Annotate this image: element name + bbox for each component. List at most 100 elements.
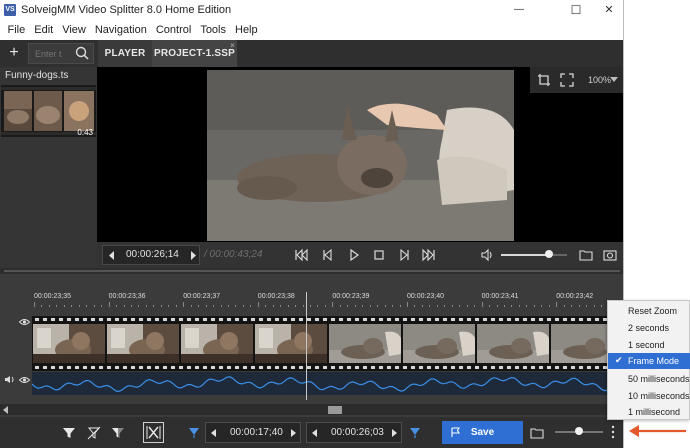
menu-control[interactable]: Control [151,24,195,36]
tab-close-icon[interactable]: × [230,41,235,50]
timeline-scrollbar[interactable] [0,404,623,415]
marker-out-next-icon[interactable] [391,429,397,437]
snapshot-icon[interactable] [603,248,617,262]
maximize-icon: ☐ [570,2,582,17]
volume-slider[interactable] [501,250,567,258]
minimize-button[interactable]: — [504,0,534,19]
marker-in-time[interactable]: 00:00:17;40 [230,427,283,438]
tab-player-label: PLAYER [104,48,146,59]
play-icon[interactable] [347,248,361,262]
menu-file[interactable]: File [3,24,30,36]
menu-navigation[interactable]: Navigation [90,24,151,36]
timeline-zoom-slider[interactable] [555,427,603,435]
tab-player[interactable]: PLAYER [98,40,152,67]
marker-out-icon[interactable] [409,427,421,439]
volume-icon[interactable] [480,248,494,262]
ruler-tick-label: 00:00:23;42 [556,293,594,300]
add-file-button[interactable]: + [4,43,24,63]
folder-icon[interactable] [579,248,593,262]
ruler-tick-label: 00:00:23;35 [34,293,71,300]
jump-start-icon[interactable] [294,248,308,262]
zoom-value[interactable]: 100% [588,75,611,85]
output-folder-icon[interactable] [530,426,544,440]
ruler-tick [384,305,386,307]
zoom-menu-item[interactable]: 50 milliseconds [608,371,690,387]
close-button[interactable]: ✕ [594,0,623,19]
ruler-tick [138,305,140,307]
media-thumbnail[interactable]: 0:43 [1,85,96,137]
ruler-tick [533,305,535,307]
marker-out-time[interactable]: 00:00:26;03 [331,427,384,438]
menu-view[interactable]: View [58,24,91,36]
timeline-zoom-knob[interactable] [575,427,583,435]
prev-frame-icon[interactable] [108,251,116,260]
timeline-frame-thumbnail [477,324,549,363]
step-forward-icon[interactable] [397,248,411,262]
search-input[interactable] [35,47,69,61]
jump-end-icon[interactable] [422,248,436,262]
ruler-tick [339,305,341,307]
menu-help[interactable]: Help [231,24,263,36]
zoom-menu-item[interactable]: 1 millisecond [608,404,690,420]
fullscreen-icon[interactable] [560,73,574,87]
save-button[interactable]: Save [442,421,523,444]
ruler-tick [86,305,88,307]
scroll-left-icon[interactable] [3,406,9,414]
zoom-menu-item[interactable]: 1 second [608,337,690,353]
audio-track-visibility-icon[interactable] [19,376,30,384]
tab-project[interactable]: PROJECT-1.SSP × [152,40,237,67]
audio-track[interactable] [31,372,623,395]
ruler-tick [310,305,312,307]
zoom-menu-item[interactable]: 2 seconds [608,320,690,336]
ruler-tick [571,305,573,307]
ruler-tick [153,305,155,307]
filter-off-icon[interactable] [87,426,101,440]
step-back-icon[interactable] [321,248,335,262]
cut-selection-button[interactable] [143,422,164,443]
video-track-visibility-icon[interactable] [19,318,30,326]
timeline-ruler[interactable]: 00:00:23;35 00:00:23;36 00:00:23;37 00:00:2… [30,292,623,307]
zoom-menu-item[interactable]: Reset Zoom [608,303,690,319]
tab-bar: + PLAYER PROJECT-1.SSP × [0,40,623,67]
marker-in-prev-icon[interactable] [211,429,217,437]
marker-in-icon[interactable] [188,427,200,439]
flag-icon [451,427,460,437]
zoom-dropdown-icon[interactable] [609,74,619,84]
volume-knob[interactable] [544,250,553,258]
menu-edit[interactable]: Edit [30,24,58,36]
ruler-tick [213,305,215,307]
timeline-zoom-menu: Reset Zoom 2 seconds 1 second ✔ Frame Mode 50… [607,300,690,420]
zoom-menu-item[interactable]: ✔ Frame Mode [608,353,690,369]
more-options-icon[interactable] [611,425,615,439]
zoom-menu-item[interactable]: 10 milliseconds [608,388,690,404]
ruler-tick [205,305,207,307]
ruler-tick-label: 00:00:23;39 [332,293,370,300]
video-preview[interactable]: 100% [97,67,623,242]
menu-tools[interactable]: Tools [196,24,231,36]
timeline-frame-thumbnail [329,324,401,363]
invert-selection-icon[interactable] [111,426,125,440]
search-icon[interactable] [74,45,90,61]
filter-icon[interactable] [62,426,76,440]
ruler-tick [518,305,520,307]
ruler-tick [34,302,35,307]
next-frame-icon[interactable] [189,251,197,260]
scrollbar-thumb[interactable] [328,406,342,414]
video-track[interactable] [32,316,623,371]
stop-icon[interactable] [372,248,386,262]
crop-icon[interactable] [537,73,551,87]
maximize-button[interactable]: ☐ [561,0,591,19]
ruler-tick [41,305,43,307]
marker-in-next-icon[interactable] [290,429,296,437]
marker-out-prev-icon[interactable] [312,429,318,437]
audio-track-sound-icon[interactable] [4,375,15,384]
ruler-tick [407,302,408,307]
player-controls: 00:00:26;14 / 00:00:43;24 [97,242,623,268]
ruler-tick-label: 00:00:23;41 [481,293,519,300]
ruler-tick [56,305,58,307]
zoom-menu-item-label: 10 milliseconds [628,391,690,401]
playhead-line[interactable] [306,292,307,400]
zoom-menu-item-label: 50 milliseconds [628,374,690,384]
ruler-tick [496,305,498,307]
current-time[interactable]: 00:00:26;14 [126,249,179,260]
